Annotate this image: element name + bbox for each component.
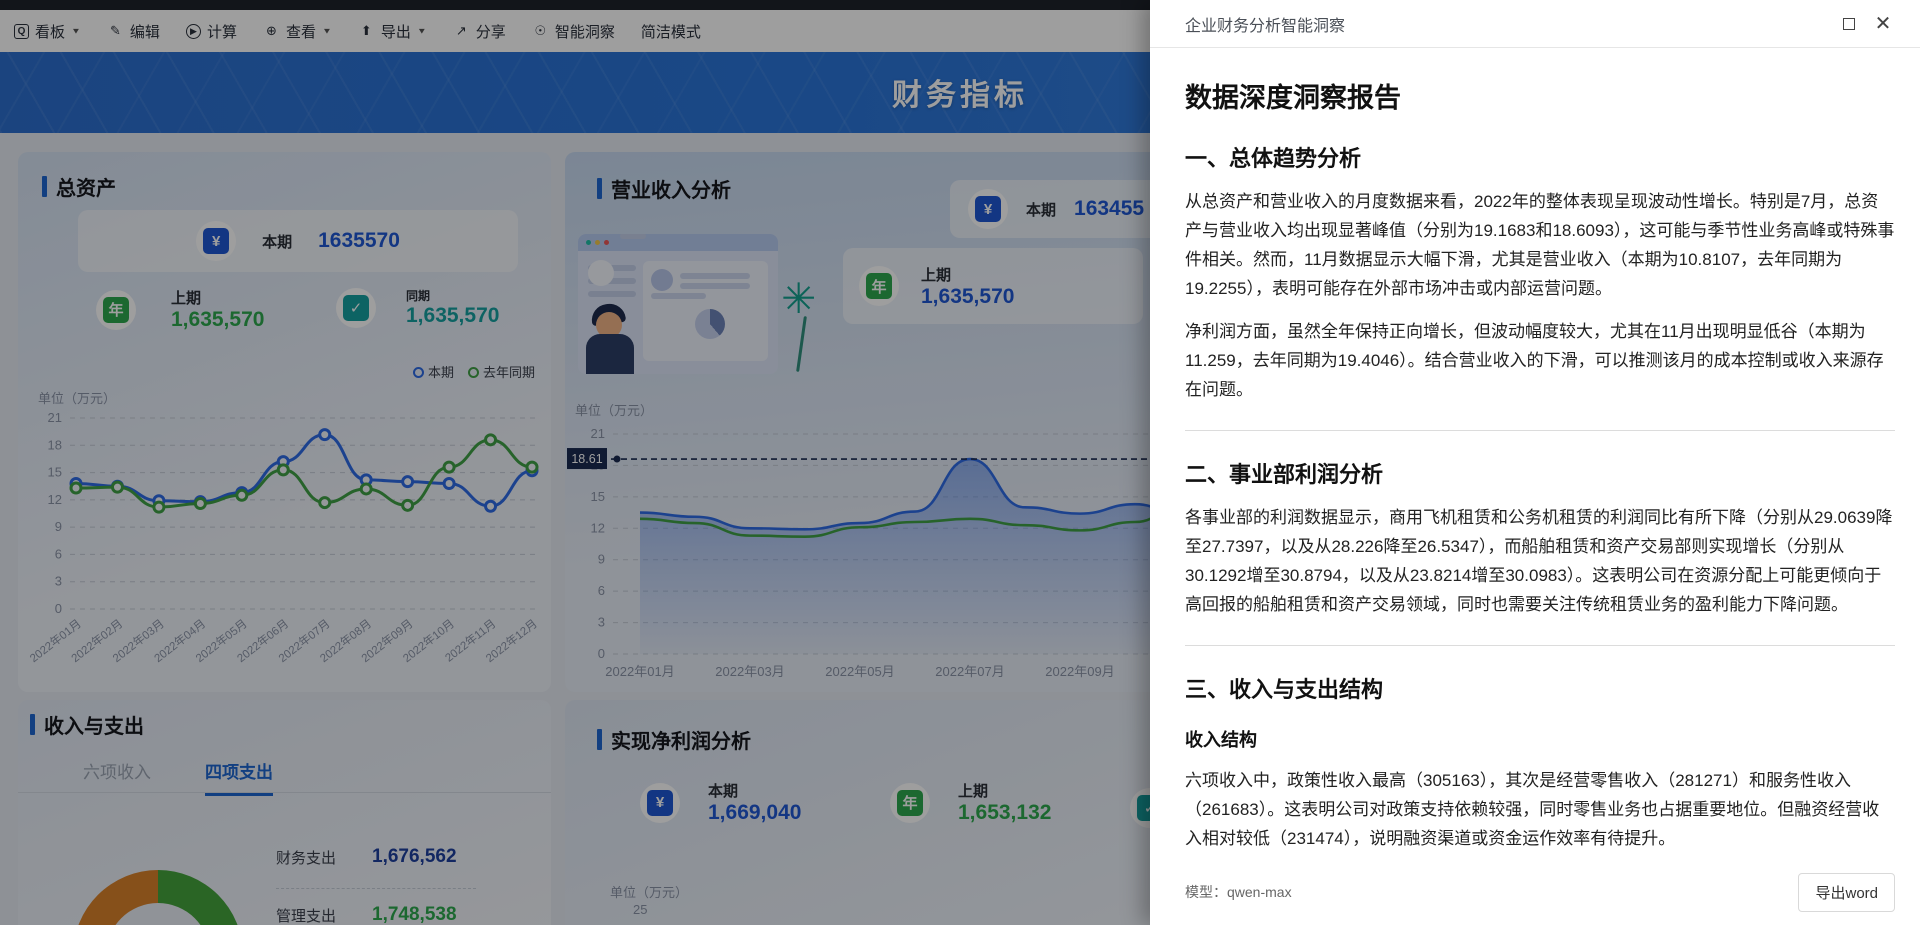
- section-divider: [1185, 430, 1895, 431]
- modal-dim-overlay[interactable]: [0, 0, 1150, 925]
- insight-panel-footer: 模型：qwen-max 导出word: [1150, 869, 1920, 925]
- section-divider: [1185, 645, 1895, 646]
- panel-window-title: 企业财务分析智能洞察: [1185, 12, 1832, 36]
- section2-heading: 二、事业部利润分析: [1185, 457, 1895, 489]
- section1-paragraph2: 净利润方面，虽然全年保持正向增长，但波动幅度较大，尤其在11月出现明显低谷（本期…: [1185, 317, 1895, 404]
- maximize-button[interactable]: [1832, 9, 1866, 39]
- income-structure-paragraph: 六项收入中，政策性收入最高（305163），其次是经营零售收入（281271）和…: [1185, 766, 1895, 853]
- export-word-button[interactable]: 导出word: [1798, 873, 1895, 912]
- insight-panel-header: 企业财务分析智能洞察 ✕: [1150, 0, 1920, 48]
- section3-heading: 三、收入与支出结构: [1185, 672, 1895, 704]
- close-button[interactable]: ✕: [1866, 9, 1900, 39]
- section1-paragraph1: 从总资产和营业收入的月度数据来看，2022年的整体表现呈现波动性增长。特别是7月…: [1185, 187, 1895, 303]
- model-info: 模型：qwen-max: [1185, 882, 1798, 902]
- insight-panel: 企业财务分析智能洞察 ✕ 数据深度洞察报告 一、总体趋势分析 从总资产和营业收入…: [1150, 0, 1920, 925]
- insight-report: 数据深度洞察报告 一、总体趋势分析 从总资产和营业收入的月度数据来看，2022年…: [1150, 48, 1920, 869]
- maximize-icon: [1843, 18, 1855, 30]
- income-structure-heading: 收入结构: [1185, 726, 1895, 752]
- section2-paragraph1: 各事业部的利润数据显示，商用飞机租赁和公务机租赁的利润同比有所下降（分别从29.…: [1185, 503, 1895, 619]
- app-window: Q 看板 ▼ ✎ 编辑 ▶ 计算 ⊕ 查看 ▼ ⬆ 导出 ▼ ↗ 分享 ☉ 智能…: [0, 0, 1920, 925]
- report-title: 数据深度洞察报告: [1185, 76, 1895, 115]
- section1-heading: 一、总体趋势分析: [1185, 141, 1895, 173]
